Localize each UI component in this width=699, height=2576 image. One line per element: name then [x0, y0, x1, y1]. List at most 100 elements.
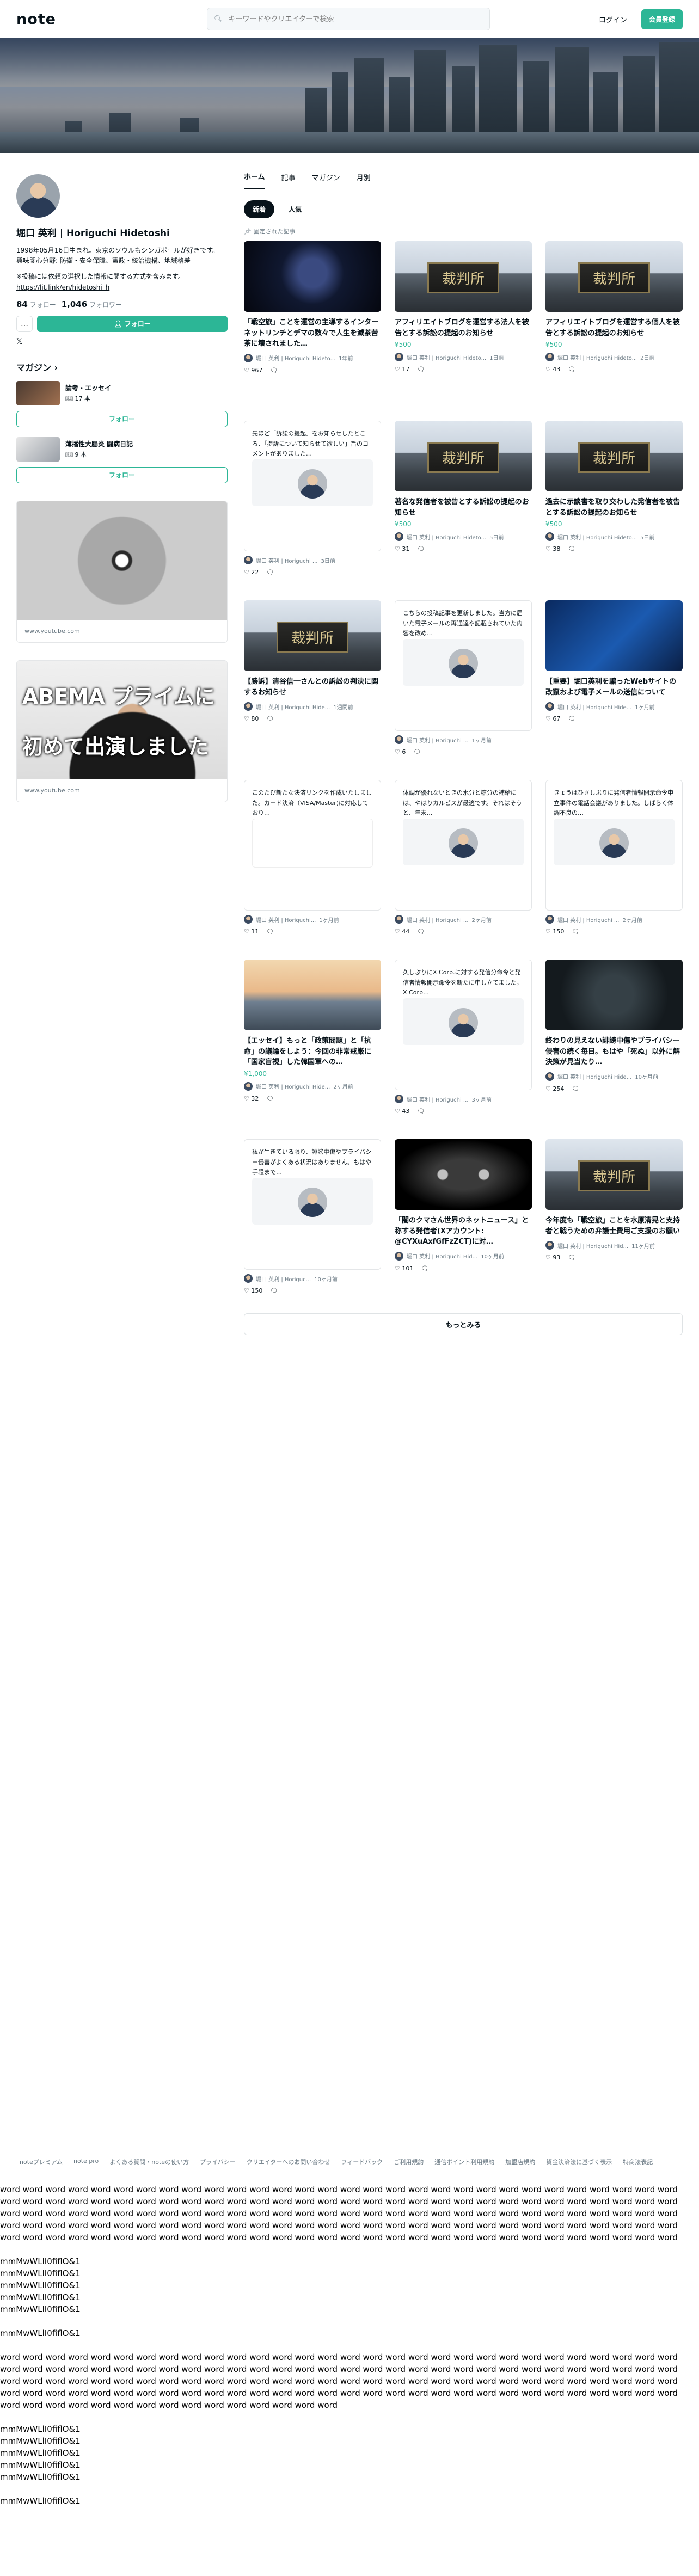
- comment-icon[interactable]: 🗨︎: [417, 366, 425, 373]
- footer-link[interactable]: クリエイターへのお問い合わせ: [247, 2157, 330, 2166]
- article-card[interactable]: 「闇のクマさん世界のネットニュース」と称する発信者(Xアカウント: @CYXuA…: [395, 1139, 532, 1302]
- author-name[interactable]: 堀口 英利 | Horiguchi Hideto...: [256, 354, 335, 362]
- comment-icon[interactable]: 🗨︎: [568, 545, 575, 552]
- author-avatar[interactable]: [395, 1095, 403, 1103]
- comment-icon[interactable]: 🗨︎: [568, 715, 575, 722]
- tab-home[interactable]: ホーム: [244, 171, 265, 189]
- author-avatar[interactable]: [545, 915, 554, 924]
- author-name[interactable]: 堀口 英利 | Horiguc...: [256, 1275, 311, 1283]
- author-name[interactable]: 堀口 英利 | Horiguchi...: [256, 915, 316, 924]
- author-name[interactable]: 堀口 英利 | Horiguchi Hide...: [557, 703, 631, 711]
- author-name[interactable]: 堀口 英利 | Horiguchi Hideto...: [557, 533, 637, 541]
- like-button[interactable]: ♡ 44: [395, 928, 409, 935]
- author-avatar[interactable]: [395, 353, 403, 361]
- like-button[interactable]: ♡ 93: [545, 1254, 560, 1261]
- article-card[interactable]: 裁判所 過去に示談書を取り交わした発信者を被告とする訴訟の提起のお知らせ ¥500 堀…: [545, 421, 683, 584]
- search-box[interactable]: 🔍︎: [207, 8, 490, 30]
- like-button[interactable]: ♡ 32: [244, 1095, 259, 1102]
- footer-link[interactable]: フィードバック: [341, 2157, 383, 2166]
- footer-link[interactable]: 資金決済法に基づく表示: [546, 2157, 612, 2166]
- like-button[interactable]: ♡ 150: [244, 1287, 262, 1294]
- footer-link[interactable]: プライバシー: [200, 2157, 236, 2166]
- author-avatar[interactable]: [545, 1241, 554, 1250]
- comment-icon[interactable]: 🗨︎: [270, 367, 278, 374]
- x-icon[interactable]: 𝕏: [16, 337, 228, 346]
- author-name[interactable]: 堀口 英利 | Horiguchi Hide...: [256, 1082, 330, 1090]
- avatar[interactable]: [16, 174, 60, 218]
- author-avatar[interactable]: [545, 353, 554, 361]
- footer-link[interactable]: 特商法表記: [623, 2157, 653, 2166]
- author-name[interactable]: 堀口 英利 | Horiguchi Hideto...: [407, 533, 486, 541]
- article-card[interactable]: 久しぶりにX Corp.に対する発信分命令と発信者情報開示命令を新たに申し立てま…: [395, 960, 532, 1123]
- footer-link[interactable]: note pro: [73, 2157, 99, 2166]
- comment-icon[interactable]: 🗨︎: [421, 1265, 428, 1272]
- article-card[interactable]: 【重要】堀口英利を騙ったWebサイトの改竄および電子メールの送信について 堀口 英…: [545, 600, 683, 764]
- footer-link[interactable]: ご利用規約: [394, 2157, 424, 2166]
- follow-button[interactable]: 👤︎ フォロー: [37, 315, 228, 332]
- author-name[interactable]: 堀口 英利 | Horiguchi Hideto...: [557, 353, 637, 361]
- like-button[interactable]: ♡ 254: [545, 1085, 564, 1092]
- article-card[interactable]: 裁判所 アフィリエイトブログを運営する法人を被告とする訴訟の提起のお知らせ ¥500…: [395, 241, 532, 404]
- follower-stat[interactable]: 1,046 フォロワー: [62, 299, 122, 309]
- comment-icon[interactable]: 🗨︎: [266, 715, 274, 722]
- author-name[interactable]: 堀口 英利 | Horiguchi Hide...: [256, 703, 330, 711]
- article-card[interactable]: 体調が優れないときの水分と糖分の補給には、やはりカルピスが最適です。それはそうと…: [395, 780, 532, 943]
- magazine-follow-button[interactable]: フォロー: [16, 410, 228, 427]
- tab-magazines[interactable]: マガジン: [312, 172, 340, 189]
- author-avatar[interactable]: [545, 702, 554, 711]
- author-name[interactable]: 堀口 英利 | Horiguchi ...: [557, 915, 619, 924]
- search-input[interactable]: [228, 15, 479, 23]
- comment-icon[interactable]: 🗨︎: [572, 928, 579, 935]
- article-card[interactable]: 私が生きている限り、誹謗中傷やプライバシー侵害がよくある状況はありません。もはや…: [244, 1139, 381, 1302]
- footer-link[interactable]: noteプレミアム: [20, 2157, 63, 2166]
- like-button[interactable]: ♡ 22: [244, 569, 259, 576]
- author-avatar[interactable]: [244, 915, 253, 924]
- author-avatar[interactable]: [244, 556, 253, 564]
- like-button[interactable]: ♡ 38: [545, 545, 560, 552]
- author-name[interactable]: 堀口 英利 | Horiguchi Hideto...: [407, 353, 486, 361]
- magazine-follow-button[interactable]: フォロー: [16, 466, 228, 483]
- footer-link[interactable]: 加盟店規約: [505, 2157, 535, 2166]
- footer-link[interactable]: よくある質問・noteの使い方: [109, 2157, 189, 2166]
- comment-icon[interactable]: 🗨︎: [270, 1287, 278, 1294]
- note-logo[interactable]: note: [16, 11, 207, 28]
- author-name[interactable]: 堀口 英利 | Horiguchi Hide...: [557, 1072, 631, 1080]
- article-card[interactable]: 裁判所 アフィリエイトブログを運営する個人を被告とする訴訟の提起のお知らせ ¥500…: [545, 241, 683, 404]
- comment-icon[interactable]: 🗨︎: [572, 1085, 579, 1092]
- author-avatar[interactable]: [395, 735, 403, 744]
- youtube-embed[interactable]: www.youtube.com: [16, 500, 228, 643]
- like-button[interactable]: ♡ 17: [395, 366, 409, 373]
- like-button[interactable]: ♡ 11: [244, 928, 259, 935]
- comment-icon[interactable]: 🗨︎: [266, 1095, 274, 1102]
- comment-icon[interactable]: 🗨︎: [417, 1108, 425, 1115]
- author-avatar[interactable]: [244, 702, 253, 711]
- author-name[interactable]: 堀口 英利 | Horiguchi Hid...: [557, 1241, 628, 1250]
- article-card[interactable]: 終わりの見えない誹謗中傷やプライバシー侵害の続く毎日。もはや「死ぬ」以外に解決策…: [545, 960, 683, 1123]
- comment-icon[interactable]: 🗨︎: [568, 1254, 575, 1261]
- author-avatar[interactable]: [545, 1072, 554, 1081]
- author-avatar[interactable]: [545, 532, 554, 541]
- like-button[interactable]: ♡ 31: [395, 545, 409, 552]
- article-card[interactable]: 先ほど「訴訟の提起」をお知らせしたところ、「提訴について知らせて欲しい」旨のコメ…: [244, 421, 381, 584]
- pill-new[interactable]: 新着: [244, 200, 275, 218]
- like-button[interactable]: ♡ 967: [244, 367, 262, 374]
- following-stat[interactable]: 84 フォロー: [16, 299, 56, 309]
- article-card[interactable]: 【エッセイ】もっと「政策問題」と「抗命」の議論をしよう：今回の非常戒厳に「国家盲…: [244, 960, 381, 1123]
- magazine-section-title[interactable]: マガジン ›: [16, 360, 228, 373]
- author-avatar[interactable]: [395, 1251, 403, 1261]
- comment-icon[interactable]: 🗨︎: [413, 748, 421, 755]
- more-options-button[interactable]: …: [16, 315, 33, 332]
- tab-monthly[interactable]: 月別: [357, 172, 371, 189]
- pill-popular[interactable]: 人気: [280, 200, 311, 218]
- comment-icon[interactable]: 🗨︎: [568, 366, 575, 373]
- author-name[interactable]: 堀口 英利 | Horiguchi ...: [407, 915, 468, 924]
- article-card[interactable]: 裁判所 今年度も「戦空旅」ことを水原清晃と支持者と戦うための弁護士費用ご支援のお願…: [545, 1139, 683, 1302]
- like-button[interactable]: ♡ 43: [545, 366, 560, 373]
- comment-icon[interactable]: 🗨︎: [266, 928, 274, 935]
- article-card[interactable]: きょうはひさしぶりに発信者情報開示命令申立事件の電話会議がありました。しばらく体…: [545, 780, 683, 943]
- youtube-embed[interactable]: ABEMA プライムに 初めて出演しました www.youtube.com: [16, 660, 228, 802]
- magazine-item[interactable]: 薄播性大腸炎 闘病日記 📖︎ 9 本: [16, 436, 228, 462]
- article-card[interactable]: 裁判所 【勝訴】清谷信一さんとの訴訟の判決に関するお知らせ 堀口 英利 | Hori…: [244, 600, 381, 764]
- magazine-item[interactable]: 論考・エッセイ 📖︎ 17 本: [16, 380, 228, 405]
- author-name[interactable]: 堀口 英利 | Horiguchi ...: [407, 736, 468, 744]
